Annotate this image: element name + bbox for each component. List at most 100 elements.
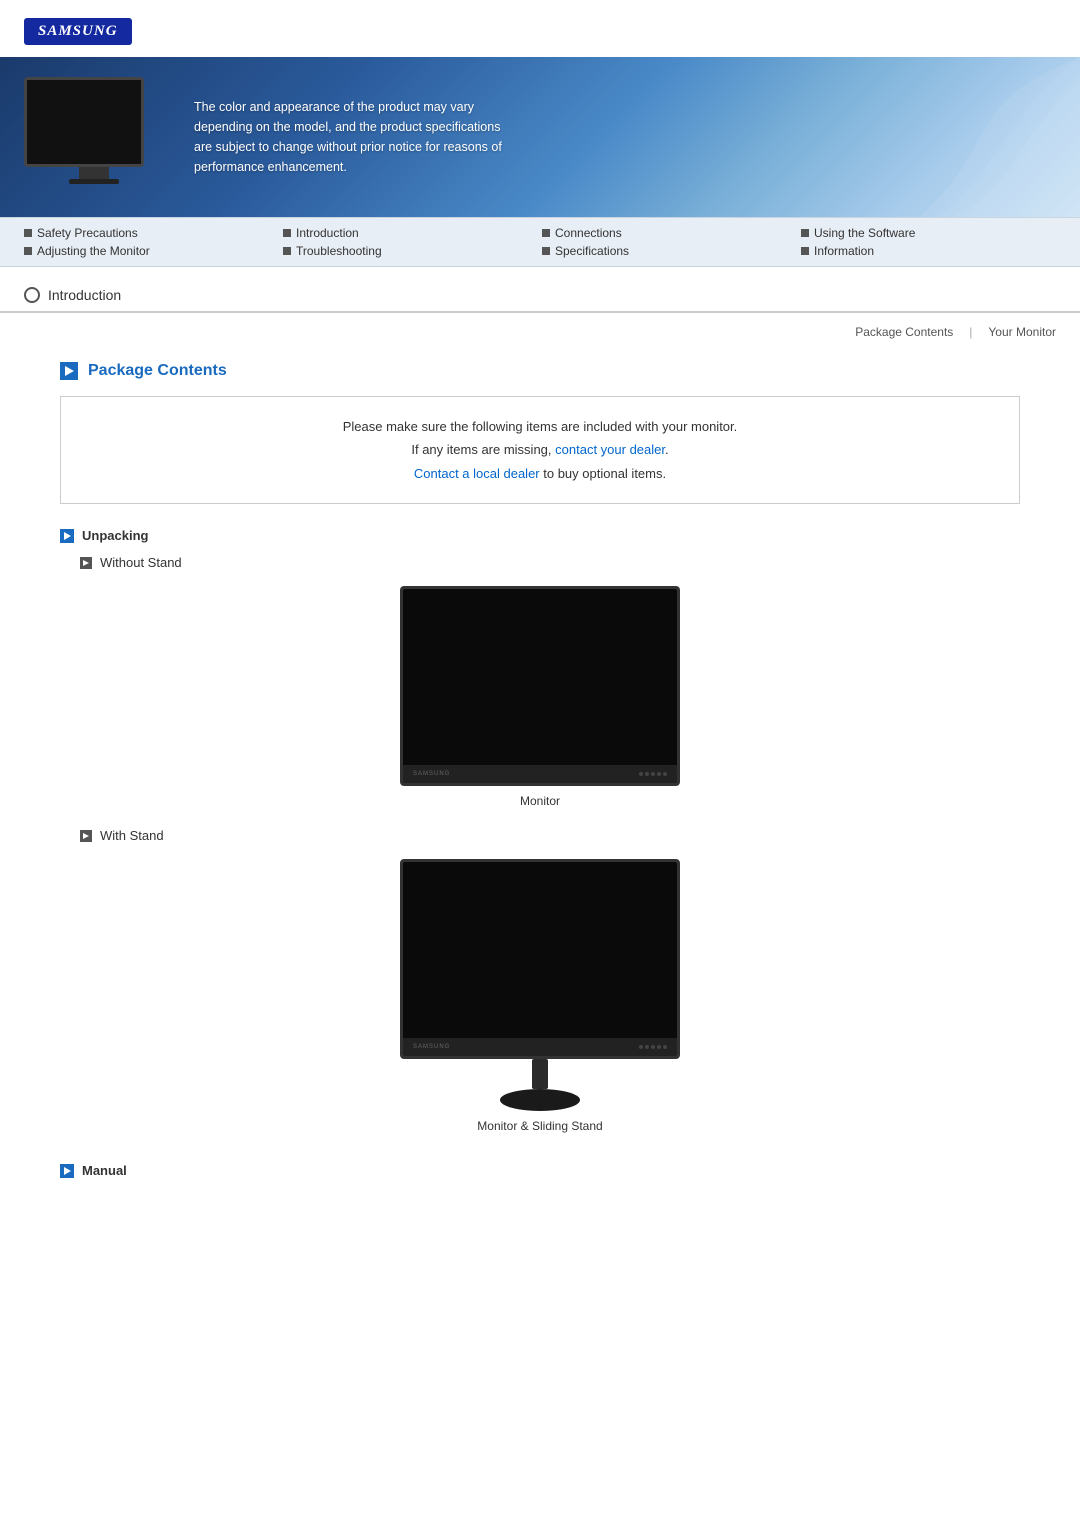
nav-item-adjusting[interactable]: Adjusting the Monitor	[24, 244, 279, 258]
monitor-without-stand-caption: Monitor	[520, 794, 560, 808]
nav-item-safety[interactable]: Safety Precautions	[24, 226, 279, 240]
unpacking-arrow	[64, 532, 71, 540]
with-stand-label: With Stand	[100, 828, 164, 843]
monitor-stand-button-2	[645, 1045, 649, 1049]
banner: The color and appearance of the product …	[0, 57, 1080, 217]
monitor-button-1	[639, 772, 643, 776]
monitor-stand-neck	[532, 1059, 548, 1089]
sub-nav-package-contents[interactable]: Package Contents	[855, 325, 953, 342]
nav-label-intro: Introduction	[296, 226, 359, 240]
nav-label-trouble: Troubleshooting	[296, 244, 382, 258]
monitor-stand-button-5	[663, 1045, 667, 1049]
nav-item-software[interactable]: Using the Software	[801, 226, 1056, 240]
unpacking-title: Unpacking	[60, 528, 1020, 543]
manual-title: Manual	[60, 1163, 1020, 1178]
banner-wave-decoration	[680, 57, 1080, 217]
banner-monitor-base	[79, 167, 109, 179]
sub-nav-your-monitor[interactable]: Your Monitor	[988, 325, 1056, 342]
navigation-bar: Safety Precautions Introduction Connecti…	[0, 217, 1080, 267]
unpacking-section: Unpacking Without Stand SAMSUNG	[60, 528, 1020, 1133]
monitor-stand-button-4	[657, 1045, 661, 1049]
nav-label-adjusting: Adjusting the Monitor	[37, 244, 150, 258]
monitor-with-stand-caption: Monitor & Sliding Stand	[477, 1119, 602, 1133]
banner-text: The color and appearance of the product …	[194, 97, 514, 177]
nav-item-introduction[interactable]: Introduction	[283, 226, 538, 240]
nav-bullet-adjusting	[24, 247, 32, 255]
nav-bullet-trouble	[283, 247, 291, 255]
local-dealer-link[interactable]: Contact a local dealer	[414, 466, 540, 481]
monitor-brand: SAMSUNG	[413, 771, 450, 777]
manual-section: Manual	[60, 1163, 1020, 1178]
nav-bullet-specs	[542, 247, 550, 255]
monitor-stand-screen	[403, 862, 677, 1056]
section-title-package-contents: Package Contents	[60, 362, 1020, 380]
nav-bullet-safety	[24, 229, 32, 237]
monitor-stand-base	[500, 1089, 580, 1111]
banner-monitor-shape	[24, 77, 144, 167]
monitor-stand-brand: SAMSUNG	[413, 1044, 450, 1050]
monitor-with-stand-display: SAMSUNG Monitor & Sliding Stand	[60, 859, 1020, 1133]
monitor-without-stand-image: SAMSUNG	[400, 586, 680, 786]
with-stand-icon	[80, 830, 92, 842]
nav-item-information[interactable]: Information	[801, 244, 1056, 258]
breadcrumb: Introduction	[0, 267, 1080, 313]
section-title-text: Package Contents	[88, 362, 227, 380]
monitor-button-5	[663, 772, 667, 776]
info-prefix-2: If any items are missing,	[411, 442, 555, 457]
monitor-with-stand-assembly: SAMSUNG	[400, 859, 680, 1111]
nav-bullet-software	[801, 229, 809, 237]
header: SAMSUNG	[0, 0, 1080, 45]
monitor-button-3	[651, 772, 655, 776]
nav-label-info: Information	[814, 244, 874, 258]
info-box: Please make sure the following items are…	[60, 396, 1020, 504]
monitor-bottom-bar: SAMSUNG	[403, 765, 677, 783]
contact-dealer-link[interactable]: contact your dealer	[555, 442, 665, 457]
info-line-2: If any items are missing, contact your d…	[79, 438, 1001, 461]
section-title-icon	[60, 362, 78, 380]
nav-item-connections[interactable]: Connections	[542, 226, 797, 240]
with-stand-arrow	[83, 833, 89, 839]
with-stand-title: With Stand	[60, 828, 1020, 843]
monitor-buttons	[639, 772, 667, 776]
unpacking-label: Unpacking	[82, 528, 148, 543]
banner-monitor-illustration	[24, 77, 164, 197]
without-stand-label: Without Stand	[100, 555, 182, 570]
nav-label-safety: Safety Precautions	[37, 226, 138, 240]
section-title-arrow	[65, 366, 74, 376]
sub-nav-divider: |	[969, 325, 972, 342]
monitor-screen	[403, 589, 677, 783]
info-line-3: Contact a local dealer to buy optional i…	[79, 462, 1001, 485]
monitor-stand-button-3	[651, 1045, 655, 1049]
info-suffix-2: .	[665, 442, 669, 457]
nav-bullet-connections	[542, 229, 550, 237]
unpacking-icon	[60, 529, 74, 543]
nav-item-troubleshooting[interactable]: Troubleshooting	[283, 244, 538, 258]
monitor-stand-bottom-bar: SAMSUNG	[403, 1038, 677, 1056]
manual-label: Manual	[82, 1163, 127, 1178]
banner-monitor-foot	[69, 179, 119, 184]
info-line-1: Please make sure the following items are…	[79, 415, 1001, 438]
monitor-button-2	[645, 772, 649, 776]
manual-icon	[60, 1164, 74, 1178]
monitor-with-stand-image: SAMSUNG	[400, 859, 680, 1059]
info-suffix-3: to buy optional items.	[540, 466, 666, 481]
monitor-stand-button-1	[639, 1045, 643, 1049]
nav-label-specs: Specifications	[555, 244, 629, 258]
without-stand-arrow	[83, 560, 89, 566]
nav-bullet-info	[801, 247, 809, 255]
nav-label-connections: Connections	[555, 226, 622, 240]
without-stand-title: Without Stand	[60, 555, 1020, 570]
nav-label-software: Using the Software	[814, 226, 915, 240]
samsung-logo: SAMSUNG	[24, 18, 132, 45]
manual-arrow	[64, 1167, 71, 1175]
nav-bullet-intro	[283, 229, 291, 237]
nav-item-specifications[interactable]: Specifications	[542, 244, 797, 258]
without-stand-icon	[80, 557, 92, 569]
breadcrumb-title: Introduction	[48, 287, 121, 303]
monitor-stand-buttons	[639, 1045, 667, 1049]
main-content: Package Contents Please make sure the fo…	[0, 346, 1080, 1230]
breadcrumb-circle-icon	[24, 287, 40, 303]
monitor-without-stand-display: SAMSUNG Monitor	[60, 586, 1020, 808]
monitor-button-4	[657, 772, 661, 776]
sub-navigation: Package Contents | Your Monitor	[0, 313, 1080, 346]
